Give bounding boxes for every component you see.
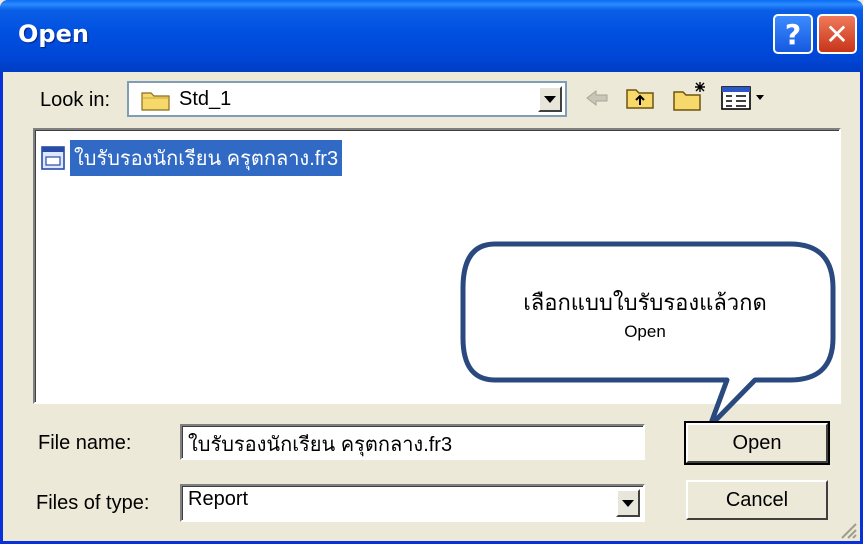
file-type-value: Report — [188, 488, 249, 510]
look-in-dropdown[interactable]: Std_1 — [127, 81, 567, 117]
cancel-button[interactable]: Cancel — [686, 480, 828, 520]
look-in-value: Std_1 — [179, 88, 232, 110]
new-folder-icon[interactable] — [672, 80, 710, 112]
chevron-down-icon[interactable] — [616, 489, 640, 517]
report-file-icon — [41, 146, 65, 170]
file-name: ใบรับรองนักเรียน ครุตกลาง.fr3 — [70, 140, 343, 176]
back-arrow-icon[interactable] — [585, 88, 609, 108]
look-in-label: Look in: — [40, 89, 111, 111]
title-bar[interactable]: Open ? ✕ — [0, 0, 863, 72]
window-title: Open — [18, 20, 89, 48]
callout-button-name: Open — [624, 322, 666, 341]
chevron-down-icon[interactable] — [538, 86, 562, 112]
file-name-input[interactable]: ใบรับรองนักเรียน ครุตกลาง.fr3 — [180, 424, 645, 460]
list-item[interactable]: ใบรับรองนักเรียน ครุตกลาง.fr3 — [40, 140, 343, 176]
view-menu-icon[interactable] — [720, 85, 766, 111]
file-name-label: File name: — [38, 432, 132, 454]
callout-instruction: เลือกแบบใบรับรองแล้วกด — [523, 290, 767, 315]
help-icon[interactable]: ? — [773, 14, 813, 54]
open-button[interactable]: Open — [684, 421, 830, 465]
file-type-label: Files of type: — [36, 492, 150, 514]
folder-icon — [141, 92, 170, 111]
close-icon[interactable]: ✕ — [817, 14, 857, 54]
file-type-dropdown[interactable]: Report — [180, 484, 645, 522]
resize-grip-icon[interactable] — [838, 520, 858, 540]
up-folder-icon[interactable] — [625, 83, 655, 111]
